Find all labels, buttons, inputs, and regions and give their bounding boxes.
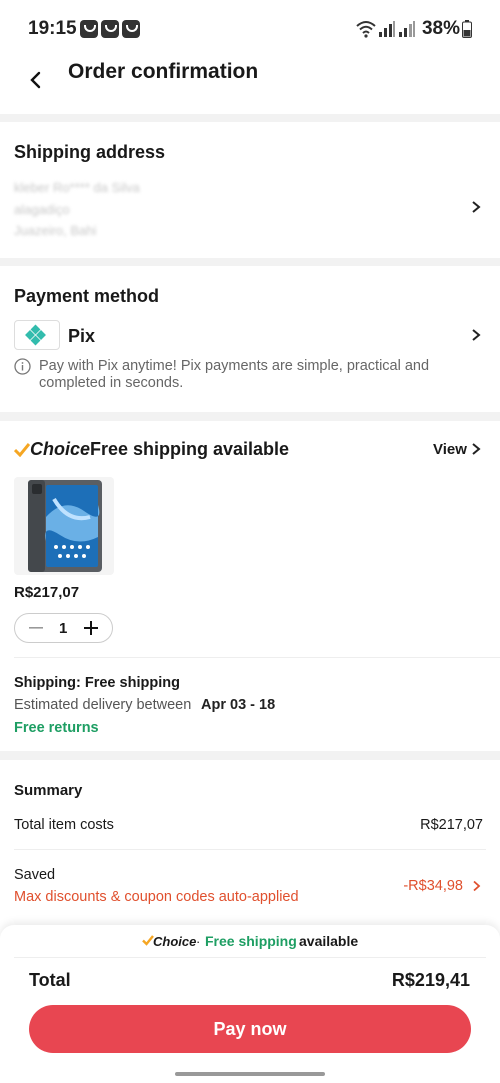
- delivery-prefix: Estimated delivery between: [14, 697, 192, 713]
- notification-icon: [80, 20, 98, 38]
- checkout-bar: Choice · Free shipping available Total R…: [0, 925, 500, 1083]
- total-label: Total: [29, 970, 71, 990]
- notification-icon: [101, 20, 119, 38]
- shipping-label: Shipping: Free shipping: [14, 675, 180, 691]
- payment-info-text: Pay with Pix anytime! Pix payments are s…: [39, 358, 430, 391]
- divider: [14, 657, 500, 658]
- payment-method-name: Pix: [68, 326, 96, 346]
- saved-value[interactable]: -R$34,98: [403, 878, 463, 894]
- product-image[interactable]: [14, 477, 114, 575]
- chevron-right-icon: [472, 329, 481, 341]
- chevron-right-icon[interactable]: [472, 880, 482, 892]
- total-item-label: Total item costs: [14, 817, 114, 833]
- tablet-image: [28, 480, 102, 572]
- quantity-value[interactable]: 1: [59, 620, 67, 637]
- page-title: Order confirmation: [68, 60, 259, 83]
- delivery-dates: Apr 03 - 18: [201, 697, 276, 713]
- status-bar: 19:15 38%: [0, 0, 500, 56]
- shipping-address-section[interactable]: Shipping address kleber Ro**** da Silva …: [0, 122, 500, 258]
- plus-icon[interactable]: [84, 621, 98, 635]
- divider: [14, 849, 486, 850]
- wifi-icon: [356, 21, 376, 38]
- banner-choice-brand: Choice: [153, 934, 197, 949]
- payment-method-title: Payment method: [14, 286, 160, 306]
- address-line: Juazeiro, Bahi: [14, 223, 97, 238]
- pay-now-button[interactable]: Pay now: [29, 1005, 471, 1053]
- choice-brand: Choice: [30, 439, 91, 459]
- quantity-stepper: 1: [14, 613, 113, 643]
- status-time: 19:15: [28, 18, 77, 39]
- free-returns: Free returns: [14, 720, 99, 736]
- notification-icon: [122, 20, 140, 38]
- divider: [14, 957, 486, 958]
- signal-icon: [399, 21, 415, 37]
- address-line: alagadiço: [14, 202, 70, 217]
- minus-icon[interactable]: [29, 627, 43, 629]
- saved-note[interactable]: Max discounts & coupon codes auto-applie…: [14, 889, 299, 905]
- view-link[interactable]: View: [433, 441, 467, 458]
- free-shipping-label: Free shipping available: [90, 439, 290, 459]
- back-arrow-icon[interactable]: [26, 70, 46, 90]
- banner-available: available: [299, 933, 359, 949]
- total-item-value: R$217,07: [420, 817, 483, 833]
- battery-icon: [462, 20, 472, 38]
- banner-separator: ·: [196, 934, 201, 949]
- address-line: kleber Ro**** da Silva: [14, 180, 140, 195]
- summary-title: Summary: [14, 782, 83, 799]
- chevron-right-icon[interactable]: [470, 442, 482, 456]
- total-value: R$219,41: [391, 970, 470, 990]
- product-price: R$217,07: [14, 584, 80, 601]
- battery-level: 38%: [421, 18, 460, 39]
- app-header: Order confirmation: [0, 56, 500, 114]
- info-icon: [14, 358, 31, 375]
- pix-logo: [14, 320, 60, 350]
- signal-icon: [379, 21, 395, 37]
- banner-free-shipping: Free shipping: [205, 933, 297, 949]
- pix-icon: [25, 324, 46, 346]
- chevron-right-icon: [472, 201, 481, 213]
- saved-label: Saved: [14, 867, 56, 883]
- shipping-address-title: Shipping address: [14, 142, 166, 162]
- check-icon: [14, 443, 30, 457]
- gesture-handle[interactable]: [175, 1072, 325, 1076]
